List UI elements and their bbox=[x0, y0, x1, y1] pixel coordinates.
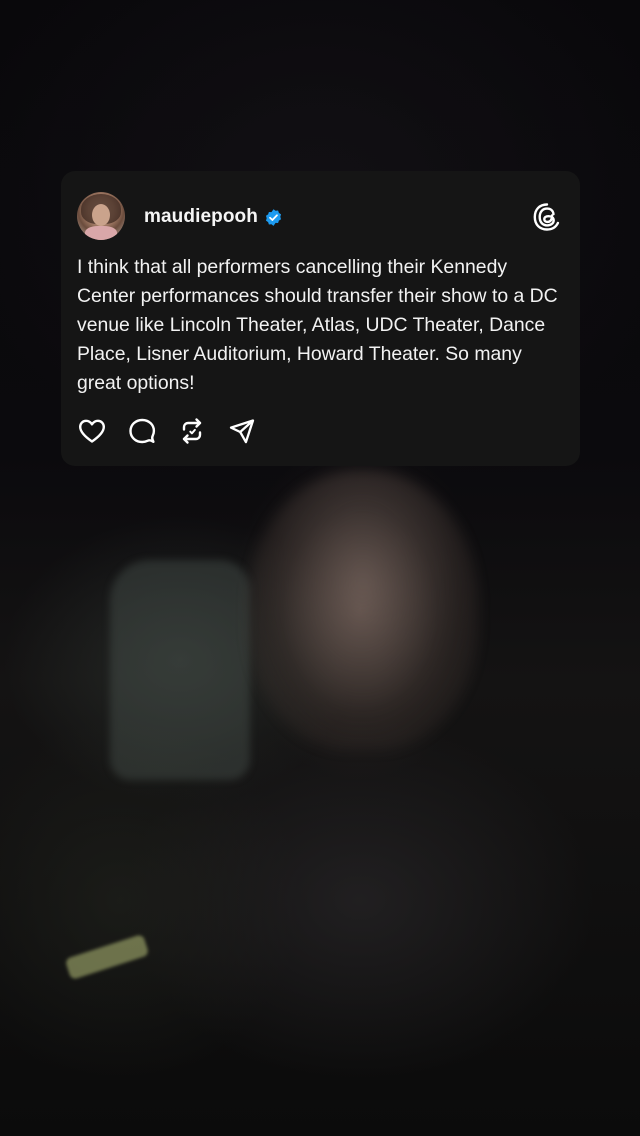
background-car-seat bbox=[110, 560, 250, 780]
comment-icon bbox=[129, 418, 156, 444]
story-screen: maudiepooh I think that all performers c… bbox=[0, 0, 640, 1136]
threads-post-card[interactable]: maudiepooh I think that all performers c… bbox=[61, 171, 580, 466]
verified-badge-icon bbox=[264, 208, 283, 227]
heart-icon bbox=[79, 419, 105, 443]
post-header: maudiepooh bbox=[144, 205, 283, 229]
repost-icon bbox=[182, 418, 202, 444]
like-button[interactable] bbox=[77, 416, 107, 446]
post-actions bbox=[77, 416, 277, 446]
threads-logo-icon[interactable] bbox=[531, 201, 563, 233]
repost-button[interactable] bbox=[177, 416, 207, 446]
post-text: I think that all performers cancelling t… bbox=[77, 256, 564, 394]
username[interactable]: maudiepooh bbox=[144, 206, 258, 228]
share-button[interactable] bbox=[227, 416, 257, 446]
avatar-clothing bbox=[85, 226, 117, 240]
comment-button[interactable] bbox=[127, 416, 157, 446]
background-person bbox=[248, 470, 478, 750]
send-icon bbox=[229, 419, 255, 444]
avatar-face bbox=[92, 204, 110, 226]
avatar[interactable] bbox=[77, 192, 125, 240]
